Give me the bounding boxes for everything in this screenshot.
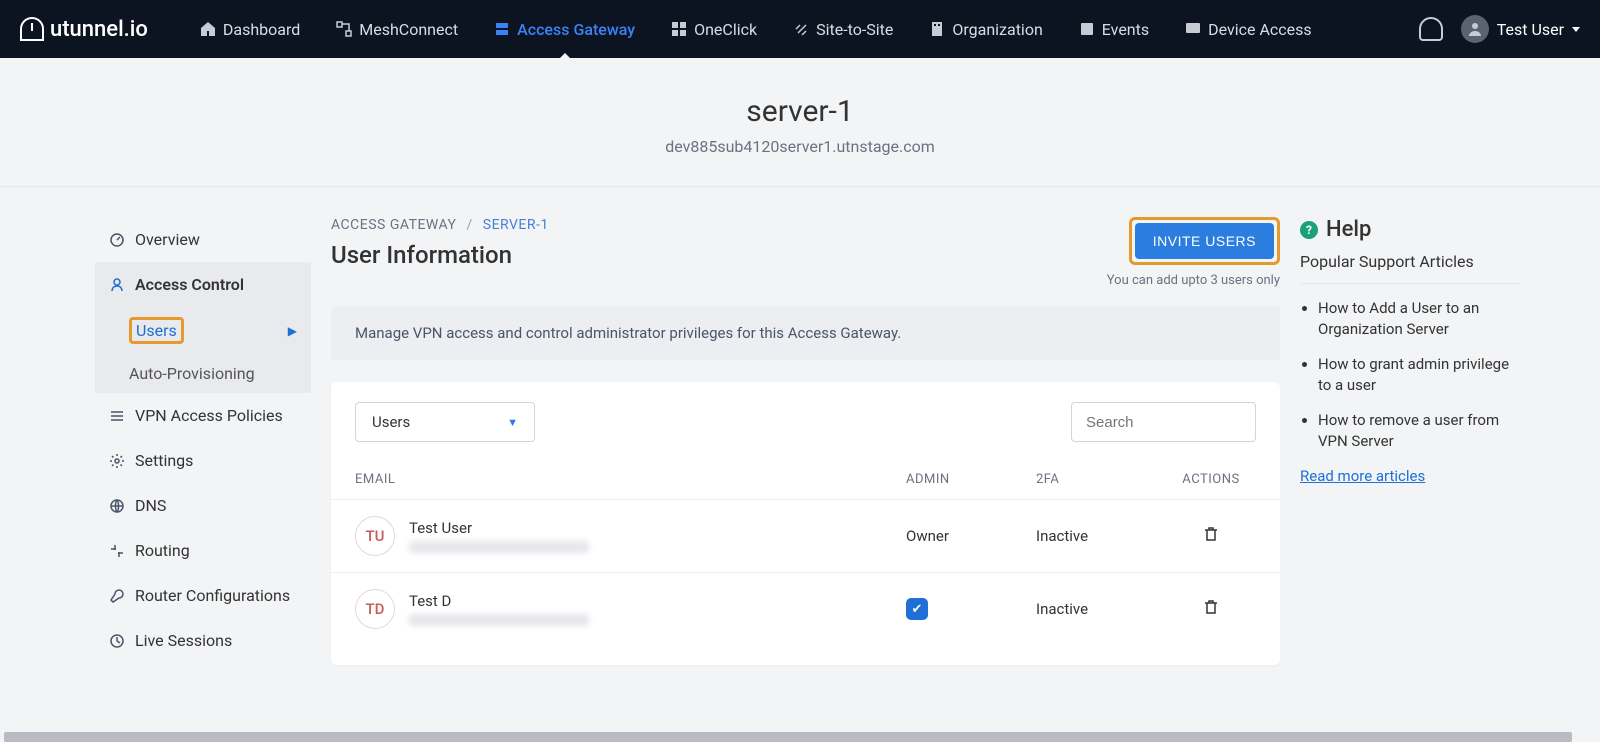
help-article-link[interactable]: How to remove a user from VPN Server (1318, 410, 1520, 452)
lock-icon (20, 17, 44, 41)
help-title: ? Help (1300, 217, 1520, 242)
nav-right: Test User (1419, 15, 1580, 43)
server-icon (494, 21, 510, 37)
delete-user-button[interactable] (1202, 598, 1220, 616)
server-header: server-1 dev885sub4120server1.utnstage.c… (0, 58, 1600, 187)
avatar-icon (1461, 15, 1489, 43)
user-initials-badge: TD (355, 589, 395, 629)
caret-down-icon (1572, 27, 1580, 32)
breadcrumb: ACCESS GATEWAY / SERVER-1 (331, 217, 549, 233)
admin-cell: ✔ (906, 598, 1036, 620)
nav-device-access[interactable]: Device Access (1171, 0, 1326, 58)
clock-icon (109, 633, 125, 649)
table-header: EMAIL ADMIN 2FA ACTIONS (331, 460, 1280, 500)
table-row: TU Test User Owner Inactive (331, 500, 1280, 573)
building-icon (929, 21, 945, 37)
sidebar: Overview Access Control Users ▶ Auto-Pro… (95, 217, 311, 665)
sidebar-routing[interactable]: Routing (95, 528, 311, 573)
home-icon (200, 21, 216, 37)
admin-cell: Owner (906, 527, 1036, 545)
sidebar-vpn-policies[interactable]: VPN Access Policies (95, 393, 311, 438)
sidebar-auto-provisioning[interactable]: Auto-Provisioning (95, 354, 311, 393)
nav-oneclick[interactable]: OneClick (657, 0, 771, 58)
support-icon[interactable] (1419, 17, 1443, 41)
breadcrumb-current: SERVER-1 (483, 217, 549, 233)
nav-dashboard[interactable]: Dashboard (186, 0, 314, 58)
sidebar-users[interactable]: Users ▶ (95, 307, 311, 354)
users-card: Users ▼ EMAIL ADMIN 2FA ACTIONS TU (331, 382, 1280, 665)
server-host: dev885sub4120server1.utnstage.com (0, 137, 1600, 156)
user-name: Test D (409, 592, 589, 610)
grid-icon (671, 21, 687, 37)
gauge-icon (109, 232, 125, 248)
list-icon (1079, 21, 1095, 37)
policy-icon (109, 408, 125, 424)
wrench-icon (109, 588, 125, 604)
user-initials-badge: TU (355, 516, 395, 556)
help-subtitle: Popular Support Articles (1300, 252, 1520, 284)
chevron-right-icon: ▶ (288, 324, 297, 338)
link-icon (793, 21, 809, 37)
nav-site-to-site[interactable]: Site-to-Site (779, 0, 907, 58)
twofa-cell: Inactive (1036, 600, 1166, 618)
sidebar-live-sessions[interactable]: Live Sessions (95, 618, 311, 663)
user-email-redacted (409, 541, 589, 553)
page-title: User Information (331, 241, 549, 269)
mesh-icon (336, 21, 352, 37)
globe-icon (109, 498, 125, 514)
nav-access-gateway[interactable]: Access Gateway (480, 0, 649, 58)
help-panel: ? Help Popular Support Articles How to A… (1300, 217, 1520, 665)
question-icon: ? (1300, 221, 1318, 239)
table-row: TD Test D ✔ Inactive (331, 573, 1280, 645)
brand-text: utunnel.io (50, 17, 148, 42)
filter-dropdown[interactable]: Users ▼ (355, 402, 535, 442)
monitor-icon (1185, 21, 1201, 37)
sidebar-overview[interactable]: Overview (95, 217, 311, 262)
breadcrumb-root[interactable]: ACCESS GATEWAY (331, 217, 456, 233)
sidebar-access-control[interactable]: Access Control (95, 262, 311, 307)
gear-icon (109, 453, 125, 469)
brand-logo[interactable]: utunnel.io (20, 17, 148, 42)
user-name: Test User (409, 519, 589, 537)
read-more-link[interactable]: Read more articles (1300, 467, 1425, 485)
nav-meshconnect[interactable]: MeshConnect (322, 0, 472, 58)
admin-checkbox[interactable]: ✔ (906, 598, 928, 620)
search-input[interactable] (1071, 402, 1256, 442)
nav-organization[interactable]: Organization (915, 0, 1056, 58)
server-name: server-1 (0, 94, 1600, 129)
user-email-redacted (409, 614, 589, 626)
top-nav: utunnel.io Dashboard MeshConnect Access … (0, 0, 1600, 58)
sidebar-settings[interactable]: Settings (95, 438, 311, 483)
nav-events[interactable]: Events (1065, 0, 1163, 58)
routing-icon (109, 543, 125, 559)
help-article-link[interactable]: How to Add a User to an Organization Ser… (1318, 298, 1520, 340)
delete-user-button[interactable] (1202, 525, 1220, 543)
user-limit-text: You can add upto 3 users only (1107, 273, 1280, 288)
invite-users-button[interactable]: INVITE USERS (1135, 223, 1274, 259)
twofa-cell: Inactive (1036, 527, 1166, 545)
sidebar-dns[interactable]: DNS (95, 483, 311, 528)
user-icon (109, 277, 125, 293)
caret-down-icon: ▼ (507, 416, 518, 429)
info-banner: Manage VPN access and control administra… (331, 306, 1280, 360)
main-content: ACCESS GATEWAY / SERVER-1 User Informati… (331, 217, 1280, 665)
help-article-link[interactable]: How to grant admin privilege to a user (1318, 354, 1520, 396)
user-menu[interactable]: Test User (1461, 15, 1580, 43)
horizontal-scrollbar[interactable] (4, 732, 1572, 742)
sidebar-router-configs[interactable]: Router Configurations (95, 573, 311, 618)
